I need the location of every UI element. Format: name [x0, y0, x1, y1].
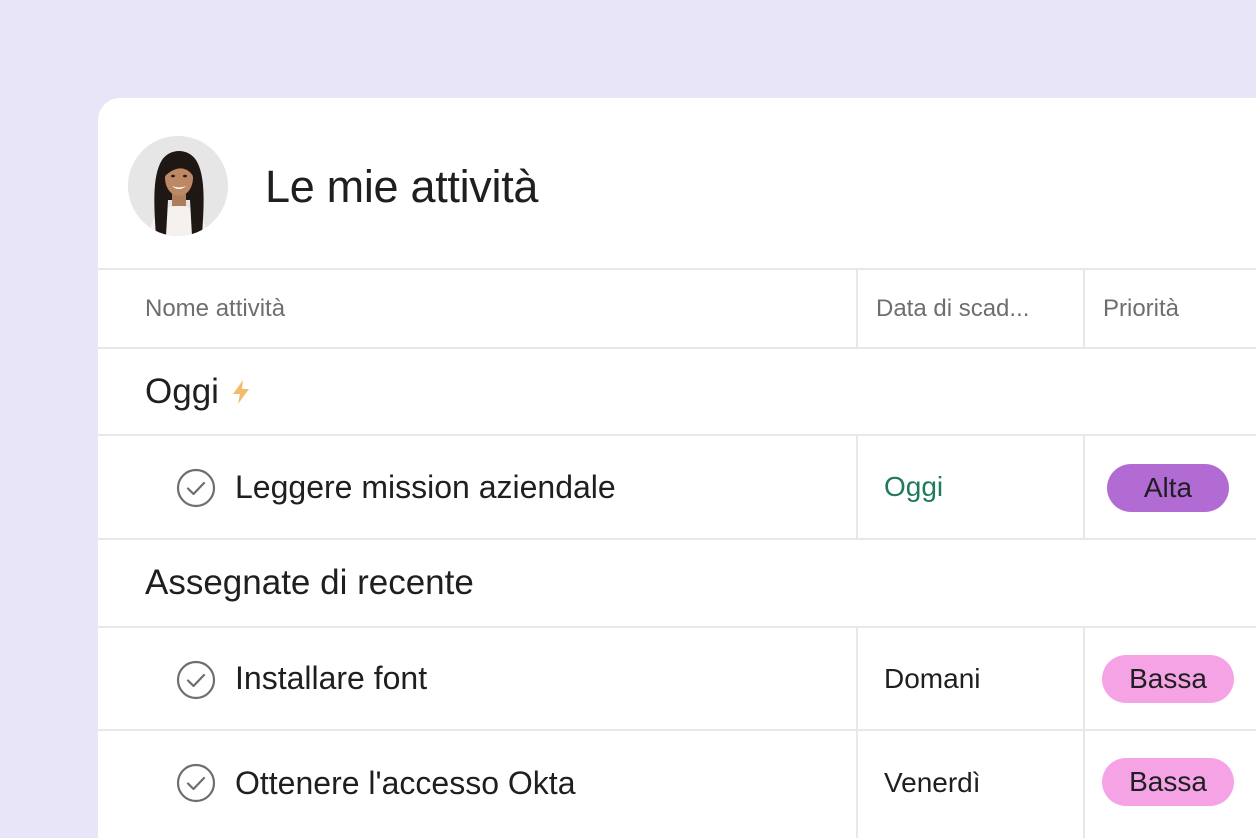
complete-checkmark-icon[interactable]: [176, 660, 216, 700]
due-date[interactable]: Venerdì: [884, 731, 981, 835]
column-divider: [856, 731, 858, 838]
column-divider: [856, 628, 858, 729]
task-name[interactable]: Ottenere l'accesso Okta: [235, 731, 575, 835]
due-date[interactable]: Domani: [884, 628, 980, 729]
user-avatar[interactable]: [128, 136, 228, 236]
priority-badge[interactable]: Bassa: [1102, 758, 1234, 806]
section-header-recently-assigned[interactable]: Assegnate di recente: [98, 540, 1256, 628]
avatar-portrait-icon: [128, 136, 228, 236]
complete-checkmark-icon[interactable]: [176, 763, 216, 803]
complete-checkmark-icon[interactable]: [176, 468, 216, 508]
my-tasks-card: Le mie attività Nome attività Data di sc…: [98, 98, 1256, 838]
section-title-text: Oggi: [145, 371, 219, 411]
task-name[interactable]: Installare font: [235, 628, 427, 729]
column-header-row: Nome attività Data di scad... Priorità: [98, 270, 1256, 349]
column-divider[interactable]: [856, 270, 858, 347]
column-divider: [1083, 436, 1085, 538]
priority-badge[interactable]: Alta: [1107, 464, 1229, 512]
priority-badge[interactable]: Bassa: [1102, 655, 1234, 703]
section-title: Assegnate di recente: [145, 540, 474, 626]
task-row[interactable]: Leggere mission aziendale Oggi Alta: [98, 436, 1256, 540]
task-row[interactable]: Installare font Domani Bassa: [98, 628, 1256, 731]
card-header: Le mie attività: [98, 98, 1256, 270]
app-background: Le mie attività Nome attività Data di sc…: [0, 0, 1256, 838]
page-title: Le mie attività: [265, 161, 539, 212]
column-header-task-name[interactable]: Nome attività: [145, 270, 285, 347]
column-divider[interactable]: [1083, 270, 1085, 347]
task-name[interactable]: Leggere mission aziendale: [235, 436, 616, 538]
column-header-due-date[interactable]: Data di scad...: [876, 270, 1029, 347]
due-date[interactable]: Oggi: [884, 436, 943, 538]
column-header-priority[interactable]: Priorità: [1103, 270, 1179, 347]
column-divider: [856, 436, 858, 538]
task-row[interactable]: Ottenere l'accesso Okta Venerdì Bassa: [98, 731, 1256, 838]
column-divider: [1083, 731, 1085, 838]
section-title: Oggi: [145, 349, 251, 434]
section-header-today[interactable]: Oggi: [98, 349, 1256, 436]
section-title-text: Assegnate di recente: [145, 563, 474, 602]
lightning-bolt-icon: [231, 379, 251, 405]
column-divider: [1083, 628, 1085, 729]
